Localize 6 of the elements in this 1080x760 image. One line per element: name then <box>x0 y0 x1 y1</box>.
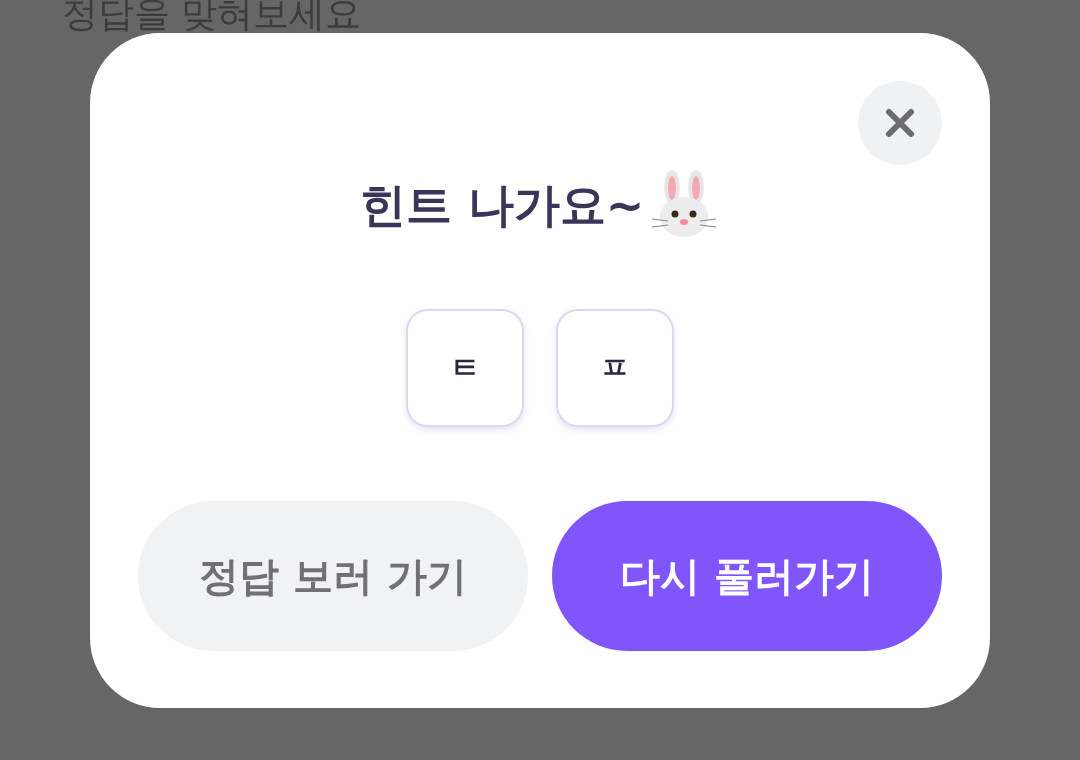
dialog-title: 힌트 나가요~ <box>359 177 645 234</box>
hint-tile: ㅍ <box>556 309 674 427</box>
hint-tile: ㅌ <box>406 309 524 427</box>
close-icon <box>885 108 915 138</box>
retry-button[interactable]: 다시 풀러가기 <box>552 501 942 651</box>
show-answer-button[interactable]: 정답 보러 가기 <box>138 501 528 651</box>
